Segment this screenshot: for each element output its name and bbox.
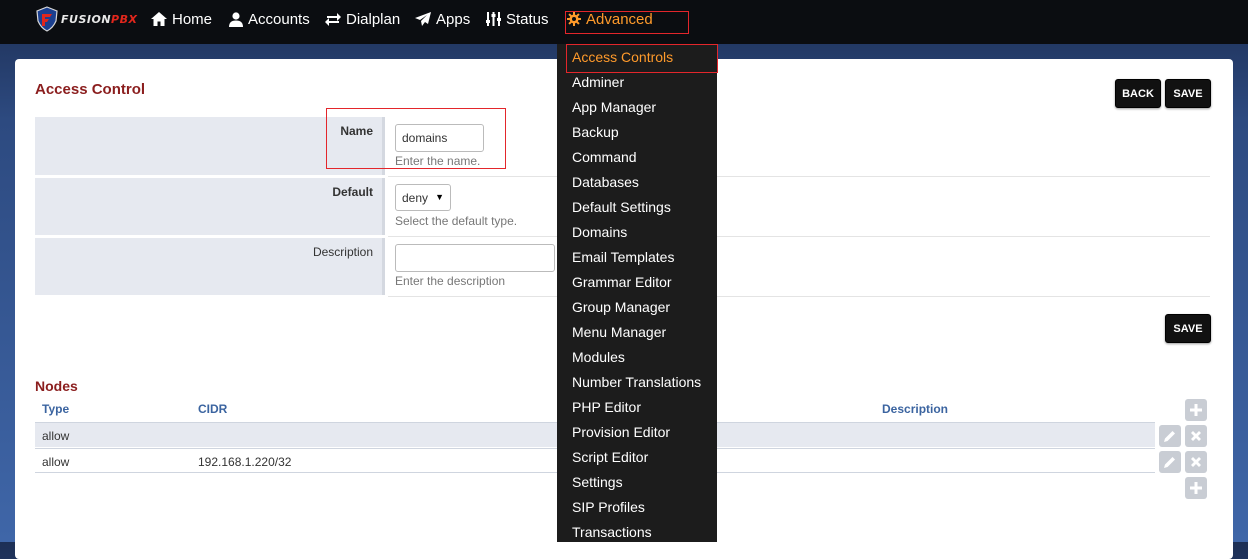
user-icon bbox=[229, 11, 243, 27]
logo-shield-icon bbox=[36, 6, 58, 32]
nav-advanced[interactable]: Advanced bbox=[567, 9, 653, 29]
add-node-button-bottom[interactable] bbox=[1185, 477, 1207, 499]
advanced-dropdown-menu: Access Controls Adminer App Manager Back… bbox=[557, 44, 717, 542]
description-hint: Enter the description bbox=[395, 274, 506, 288]
nav-status[interactable]: Status bbox=[486, 9, 549, 29]
nav-status-label: Status bbox=[506, 10, 549, 28]
nodes-title: Nodes bbox=[35, 378, 78, 394]
menu-item-databases[interactable]: Databases bbox=[572, 174, 639, 190]
column-header-description[interactable]: Description bbox=[882, 402, 948, 416]
nav-dialplan-label: Dialplan bbox=[346, 10, 401, 28]
delete-node-button[interactable] bbox=[1185, 425, 1207, 447]
fusionpbx-logo[interactable]: FUSIONPBX bbox=[35, 5, 137, 33]
pencil-icon bbox=[1164, 431, 1175, 442]
row-divider bbox=[388, 296, 1210, 297]
close-icon bbox=[1191, 457, 1201, 467]
page-title: Access Control bbox=[35, 81, 146, 98]
gear-icon bbox=[567, 12, 581, 26]
menu-item-sip-profiles[interactable]: SIP Profiles bbox=[572, 499, 645, 515]
menu-item-access-controls[interactable]: Access Controls bbox=[572, 49, 673, 65]
caret-down-icon: ▼ bbox=[435, 192, 444, 202]
menu-item-number-translations[interactable]: Number Translations bbox=[572, 374, 701, 390]
cell-type: allow bbox=[42, 429, 70, 443]
plus-icon bbox=[1190, 404, 1202, 416]
nav-dialplan[interactable]: Dialplan bbox=[325, 9, 400, 29]
swap-arrows-icon bbox=[325, 13, 341, 26]
add-node-button[interactable] bbox=[1185, 399, 1207, 421]
default-label: Default bbox=[35, 178, 385, 235]
nav-accounts-label: Accounts bbox=[248, 10, 310, 28]
name-label: Name bbox=[35, 117, 385, 175]
menu-item-grammar-editor[interactable]: Grammar Editor bbox=[572, 274, 672, 290]
menu-item-email-templates[interactable]: Email Templates bbox=[572, 249, 674, 265]
top-navbar: FUSIONPBX Home Accounts Dialplan Apps St… bbox=[0, 0, 1248, 44]
nav-apps[interactable]: Apps bbox=[415, 9, 470, 29]
default-select-value: deny bbox=[402, 190, 429, 205]
default-hint: Select the default type. bbox=[395, 214, 518, 228]
menu-item-domains[interactable]: Domains bbox=[572, 224, 627, 240]
delete-node-button[interactable] bbox=[1185, 451, 1207, 473]
close-icon bbox=[1191, 431, 1201, 441]
name-hint: Enter the name. bbox=[395, 154, 481, 168]
menu-item-settings[interactable]: Settings bbox=[572, 474, 623, 490]
brand-name: FUSIONPBX bbox=[61, 12, 138, 26]
menu-item-default-settings[interactable]: Default Settings bbox=[572, 199, 671, 215]
edit-node-button[interactable] bbox=[1159, 425, 1181, 447]
menu-item-app-manager[interactable]: App Manager bbox=[572, 99, 656, 115]
nav-accounts[interactable]: Accounts bbox=[229, 9, 310, 29]
plus-icon bbox=[1190, 482, 1202, 494]
back-button[interactable]: BACK bbox=[1115, 79, 1161, 108]
row-divider bbox=[388, 236, 1210, 237]
default-select[interactable]: deny ▼ bbox=[395, 184, 451, 211]
nav-home-label: Home bbox=[172, 10, 213, 28]
menu-item-backup[interactable]: Backup bbox=[572, 124, 619, 140]
column-header-type[interactable]: Type bbox=[42, 402, 69, 416]
edit-node-button[interactable] bbox=[1159, 451, 1181, 473]
menu-item-modules[interactable]: Modules bbox=[572, 349, 625, 365]
paper-plane-icon bbox=[415, 12, 431, 26]
row-divider bbox=[388, 176, 1210, 177]
pencil-icon bbox=[1164, 457, 1175, 468]
menu-item-menu-manager[interactable]: Menu Manager bbox=[572, 324, 666, 340]
save-button-bottom[interactable]: SAVE bbox=[1165, 314, 1211, 343]
description-input[interactable] bbox=[395, 244, 555, 272]
menu-item-adminer[interactable]: Adminer bbox=[572, 74, 624, 90]
menu-item-script-editor[interactable]: Script Editor bbox=[572, 449, 648, 465]
menu-item-transactions[interactable]: Transactions bbox=[572, 524, 652, 540]
description-label: Description bbox=[35, 238, 385, 295]
cell-type: allow bbox=[42, 455, 70, 469]
save-button[interactable]: SAVE bbox=[1165, 79, 1211, 108]
nav-apps-label: Apps bbox=[436, 10, 471, 28]
equalizer-icon bbox=[486, 12, 501, 26]
cell-cidr: 192.168.1.220/32 bbox=[198, 455, 292, 469]
nav-home[interactable]: Home bbox=[151, 9, 212, 29]
home-icon bbox=[151, 12, 167, 26]
column-header-cidr[interactable]: CIDR bbox=[198, 402, 227, 416]
menu-item-group-manager[interactable]: Group Manager bbox=[572, 299, 670, 315]
nav-advanced-label: Advanced bbox=[586, 10, 653, 28]
menu-item-php-editor[interactable]: PHP Editor bbox=[572, 399, 641, 415]
menu-item-command[interactable]: Command bbox=[572, 149, 637, 165]
menu-item-provision-editor[interactable]: Provision Editor bbox=[572, 424, 670, 440]
name-input[interactable]: domains bbox=[395, 124, 484, 152]
